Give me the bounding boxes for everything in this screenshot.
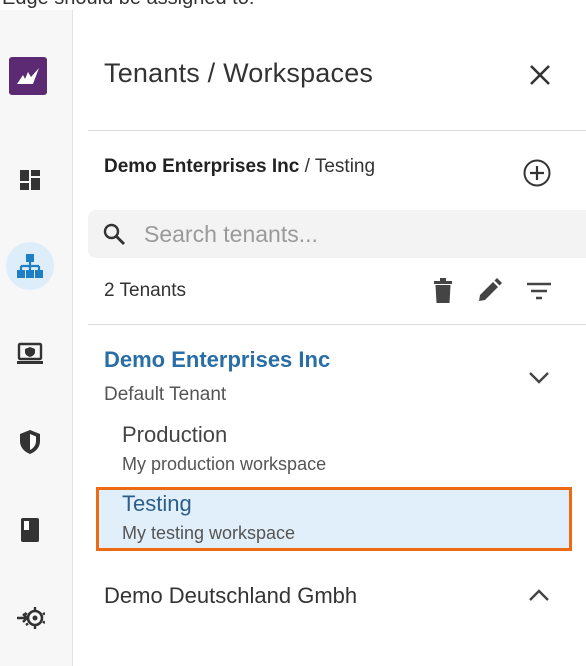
rail-security-button[interactable] bbox=[6, 418, 54, 466]
gear-arrow-icon bbox=[17, 607, 45, 629]
pencil-icon bbox=[479, 278, 502, 301]
rail-devices-button[interactable] bbox=[6, 330, 54, 378]
workspace-item-testing[interactable]: Testing My testing workspace bbox=[96, 487, 572, 551]
workspace-description: My production workspace bbox=[122, 454, 327, 474]
add-circle-icon bbox=[523, 159, 551, 187]
tenant-count: 2 Tenants bbox=[104, 280, 187, 301]
left-nav-rail bbox=[0, 10, 73, 666]
rail-docs-button[interactable] bbox=[6, 506, 54, 554]
tenant-description: Default Tenant bbox=[104, 384, 227, 405]
list-divider bbox=[88, 324, 586, 325]
filter-icon bbox=[527, 282, 551, 300]
rail-tenants-button[interactable] bbox=[6, 242, 54, 290]
breadcrumb-tenant: Demo Enterprises Inc bbox=[104, 156, 300, 177]
filter-button[interactable] bbox=[524, 276, 554, 306]
search-bar bbox=[88, 210, 586, 258]
hierarchy-icon bbox=[17, 254, 43, 278]
chevron-up-icon bbox=[529, 589, 549, 601]
shield-icon bbox=[20, 430, 40, 454]
workspace-item-production[interactable]: Production My production workspace bbox=[96, 420, 572, 484]
monitor-shield-icon bbox=[17, 342, 43, 364]
breadcrumb-separator: / bbox=[299, 156, 315, 177]
logo-icon bbox=[17, 68, 39, 84]
search-icon bbox=[103, 223, 125, 245]
close-icon bbox=[530, 65, 550, 85]
header-divider bbox=[88, 130, 586, 131]
close-button[interactable] bbox=[524, 59, 556, 91]
search-input[interactable] bbox=[144, 220, 524, 248]
workspace-name: Testing bbox=[122, 491, 192, 516]
app-logo[interactable] bbox=[9, 57, 47, 95]
tenant-name-demo-deutschland[interactable]: Demo Deutschland Gmbh bbox=[104, 583, 357, 609]
panel-title: Tenants / Workspaces bbox=[104, 58, 374, 88]
dashboard-icon bbox=[20, 170, 40, 190]
edit-button[interactable] bbox=[474, 276, 504, 306]
workspace-name: Production bbox=[122, 422, 228, 447]
tenant-name-demo-enterprises[interactable]: Demo Enterprises Inc bbox=[104, 347, 330, 373]
delete-button[interactable] bbox=[428, 276, 458, 306]
add-tenant-button[interactable] bbox=[520, 156, 554, 190]
expand-tenant-button[interactable] bbox=[524, 580, 554, 610]
collapse-tenant-button[interactable] bbox=[524, 363, 554, 393]
top-caption: Edge should be assigned to: bbox=[0, 0, 586, 10]
top-caption-text: Edge should be assigned to: bbox=[2, 0, 254, 10]
trash-icon bbox=[434, 278, 452, 303]
breadcrumb-workspace: Testing bbox=[314, 156, 376, 177]
book-icon bbox=[21, 518, 39, 542]
workspace-description: My testing workspace bbox=[122, 523, 296, 543]
rail-settings-button[interactable] bbox=[6, 594, 54, 642]
tenants-panel: Tenants / Workspaces Demo Enterprises In… bbox=[88, 10, 586, 666]
chevron-down-icon bbox=[529, 372, 549, 384]
breadcrumb: Demo Enterprises Inc / Testing bbox=[104, 156, 375, 178]
rail-dashboard-button[interactable] bbox=[6, 156, 54, 204]
